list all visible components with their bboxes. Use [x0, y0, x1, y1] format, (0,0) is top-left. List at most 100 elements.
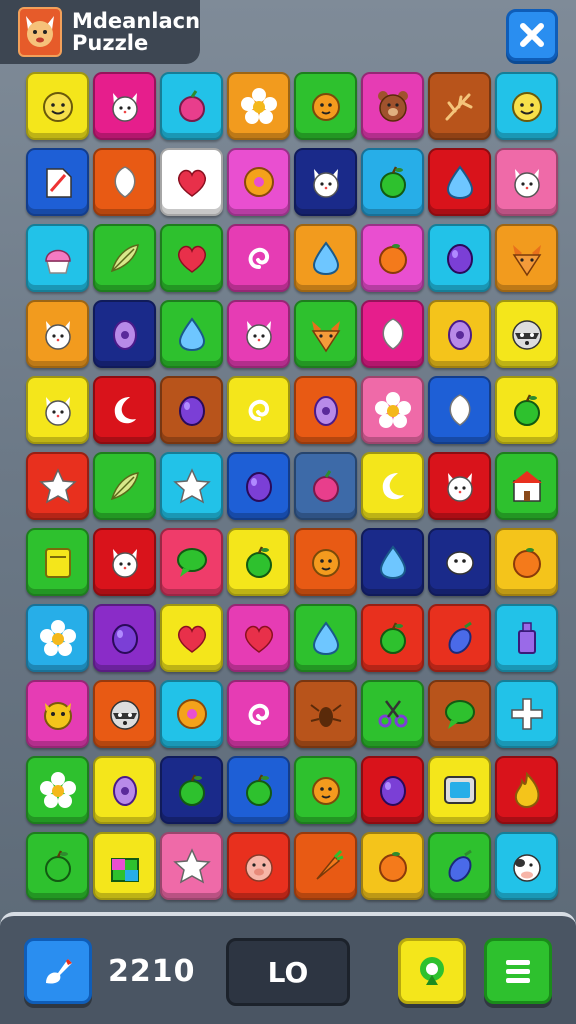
tile-r5-c8[interactable] [495, 376, 558, 444]
tile-r7-c8[interactable] [495, 528, 558, 596]
apple-icon [178, 774, 205, 806]
tile-r9-c8[interactable] [495, 680, 558, 748]
tile-r3-c4[interactable] [227, 224, 290, 292]
tile-r8-c7[interactable] [428, 604, 491, 672]
tile-r5-c2[interactable] [93, 376, 156, 444]
tile-r3-c6[interactable] [361, 224, 424, 292]
tile-r7-c3[interactable] [160, 528, 223, 596]
tile-r4-c3[interactable] [160, 300, 223, 368]
tile-r4-c4[interactable] [227, 300, 290, 368]
tile-r2-c8[interactable] [495, 148, 558, 216]
tile-r10-c5[interactable] [294, 756, 357, 824]
bottom-bar: 2210 LO [0, 912, 576, 1024]
tile-r6-c8[interactable] [495, 452, 558, 520]
tile-r9-c5[interactable] [294, 680, 357, 748]
tile-r8-c6[interactable] [361, 604, 424, 672]
tile-r5-c1[interactable] [26, 376, 89, 444]
tile-r6-c3[interactable] [160, 452, 223, 520]
tile-r8-c2[interactable] [93, 604, 156, 672]
tile-r8-c3[interactable] [160, 604, 223, 672]
tile-r8-c4[interactable] [227, 604, 290, 672]
drop-icon [312, 621, 339, 656]
shuffle-button[interactable] [398, 938, 466, 1004]
tile-r10-c3[interactable] [160, 756, 223, 824]
tile-r11-c6[interactable] [361, 832, 424, 900]
tile-r3-c5[interactable] [294, 224, 357, 292]
tile-r10-c1[interactable] [26, 756, 89, 824]
box-icon [110, 858, 139, 882]
tile-r11-c7[interactable] [428, 832, 491, 900]
tile-r2-c3[interactable] [160, 148, 223, 216]
tile-r6-c2[interactable] [93, 452, 156, 520]
tile-r2-c2[interactable] [93, 148, 156, 216]
tile-r11-c1[interactable] [26, 832, 89, 900]
tile-r5-c7[interactable] [428, 376, 491, 444]
tile-r11-c4[interactable] [227, 832, 290, 900]
tile-r11-c3[interactable] [160, 832, 223, 900]
tile-r4-c8[interactable] [495, 300, 558, 368]
tile-r1-c3[interactable] [160, 72, 223, 140]
tile-r1-c4[interactable] [227, 72, 290, 140]
tile-r3-c8[interactable] [495, 224, 558, 292]
tile-r10-c6[interactable] [361, 756, 424, 824]
tile-r6-c4[interactable] [227, 452, 290, 520]
tile-r3-c1[interactable] [26, 224, 89, 292]
tile-r1-c5[interactable] [294, 72, 357, 140]
tile-r9-c7[interactable] [428, 680, 491, 748]
drop-icon [312, 241, 339, 276]
tile-r4-c5[interactable] [294, 300, 357, 368]
tile-r10-c2[interactable] [93, 756, 156, 824]
tile-r1-c1[interactable] [26, 72, 89, 140]
tile-r11-c8[interactable] [495, 832, 558, 900]
tile-r6-c1[interactable] [26, 452, 89, 520]
tile-r3-c3[interactable] [160, 224, 223, 292]
tile-r7-c4[interactable] [227, 528, 290, 596]
tile-r9-c2[interactable] [93, 680, 156, 748]
tile-r8-c8[interactable] [495, 604, 558, 672]
tile-r2-c4[interactable] [227, 148, 290, 216]
tile-r5-c4[interactable] [227, 376, 290, 444]
tile-r9-c3[interactable] [160, 680, 223, 748]
tile-r2-c7[interactable] [428, 148, 491, 216]
menu-button[interactable] [484, 938, 552, 1004]
tile-r1-c7[interactable] [428, 72, 491, 140]
lo-button[interactable]: LO [226, 938, 350, 1006]
tile-r1-c8[interactable] [495, 72, 558, 140]
tile-r2-c6[interactable] [361, 148, 424, 216]
tile-r10-c4[interactable] [227, 756, 290, 824]
tile-r9-c1[interactable] [26, 680, 89, 748]
tile-r9-c4[interactable] [227, 680, 290, 748]
tile-r8-c1[interactable] [26, 604, 89, 672]
tile-r6-c6[interactable] [361, 452, 424, 520]
tile-r5-c6[interactable] [361, 376, 424, 444]
tile-r3-c2[interactable] [93, 224, 156, 292]
heart-icon [177, 245, 206, 273]
close-button[interactable] [506, 9, 558, 61]
tile-r7-c5[interactable] [294, 528, 357, 596]
tile-r7-c1[interactable] [26, 528, 89, 596]
tile-r3-c7[interactable] [428, 224, 491, 292]
tile-r10-c8[interactable] [495, 756, 558, 824]
tile-r4-c7[interactable] [428, 300, 491, 368]
tile-r5-c3[interactable] [160, 376, 223, 444]
tile-r4-c1[interactable] [26, 300, 89, 368]
tile-r6-c5[interactable] [294, 452, 357, 520]
tile-r11-c5[interactable] [294, 832, 357, 900]
tile-r7-c2[interactable] [93, 528, 156, 596]
tile-r11-c2[interactable] [93, 832, 156, 900]
tile-r2-c5[interactable] [294, 148, 357, 216]
tile-r7-c6[interactable] [361, 528, 424, 596]
hint-button[interactable] [24, 938, 92, 1004]
tile-r8-c5[interactable] [294, 604, 357, 672]
tile-r4-c2[interactable] [93, 300, 156, 368]
tile-r9-c6[interactable] [361, 680, 424, 748]
tile-r1-c6[interactable] [361, 72, 424, 140]
tile-r7-c7[interactable] [428, 528, 491, 596]
tile-r4-c6[interactable] [361, 300, 424, 368]
tile-r2-c1[interactable] [26, 148, 89, 216]
tile-r6-c7[interactable] [428, 452, 491, 520]
tile-r10-c7[interactable] [428, 756, 491, 824]
tile-r5-c5[interactable] [294, 376, 357, 444]
leaf-icon [449, 394, 470, 426]
tile-r1-c2[interactable] [93, 72, 156, 140]
